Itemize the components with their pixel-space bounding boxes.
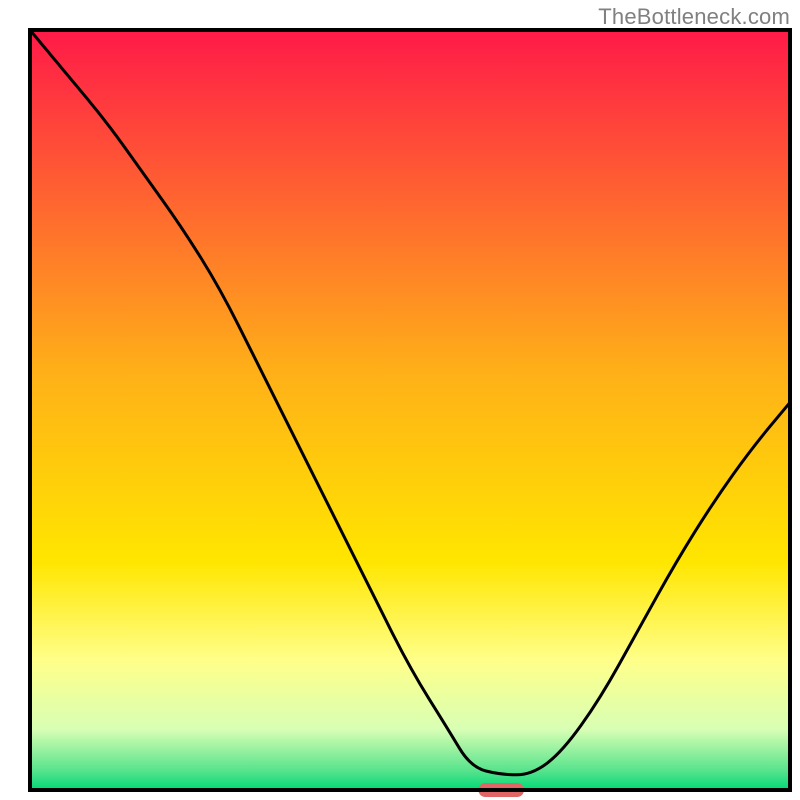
plot-area [30, 30, 790, 797]
attribution-label: TheBottleneck.com [598, 4, 790, 30]
gradient-background [30, 30, 790, 790]
bottleneck-chart [0, 0, 800, 800]
chart-container: { "attribution": "TheBottleneck.com", "c… [0, 0, 800, 800]
